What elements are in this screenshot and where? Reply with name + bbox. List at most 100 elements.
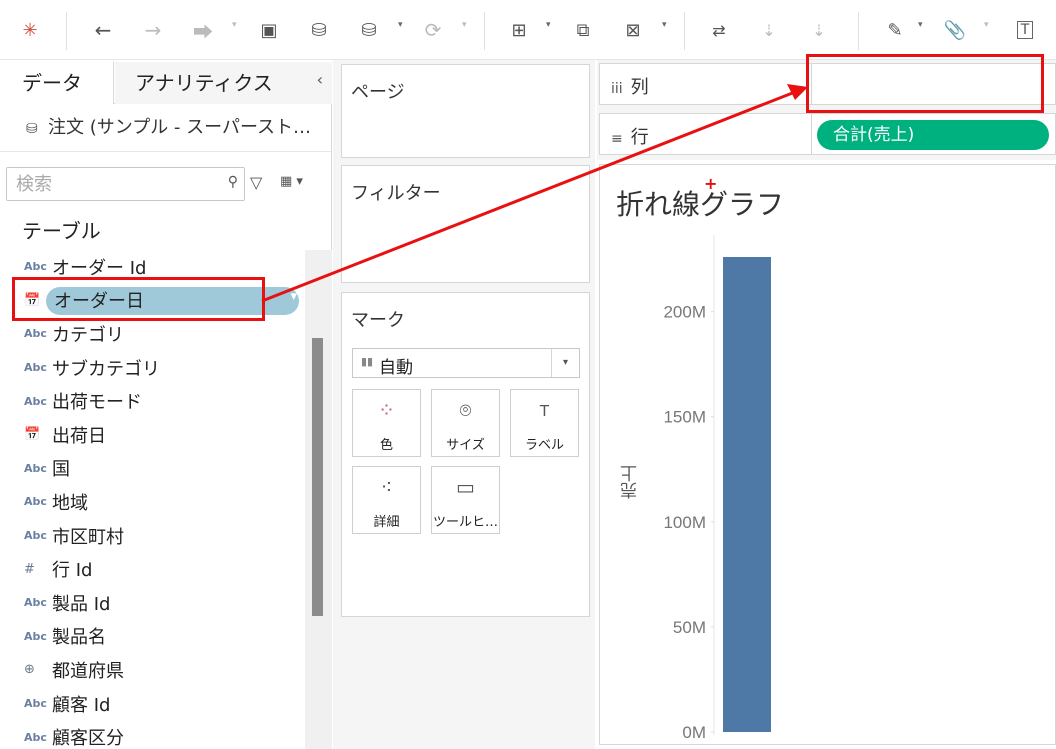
mark-button-label: 詳細 [373,515,400,530]
field-item[interactable]: Abc 市区町村 [0,519,305,553]
datasource-label: 注文 (サンプル - スーパースト… [48,117,312,138]
tab-analytics[interactable]: アナリティクス [115,62,332,104]
marks-card-title: マーク [351,310,405,331]
text-type-icon: Abc [24,394,47,408]
pause-caret-icon[interactable]: ▾ [398,20,403,30]
columns-shelf-label: iii 列 [611,73,649,99]
field-item[interactable]: Abc 出荷モード [0,384,305,418]
rows-drop-zone[interactable]: 合計(売上) [811,114,1056,154]
text-type-icon: Abc [24,629,47,643]
clear-sheet-icon[interactable]: ⊠ [618,14,648,46]
field-menu-caret-icon[interactable]: ▾ [290,289,297,304]
cards-area: ページ フィルター マーク ▮▮ 自動 ▾ ⁘ 色 ⌾ サイズ T ラベル ⁖ 詳細 ▭ ツールヒ… [333,60,595,749]
pages-card-title: ページ [351,82,405,103]
show-mark-labels-icon[interactable]: T [1010,14,1040,46]
field-name: 顧客区分 [52,728,124,749]
y-tick-label: 50M [673,618,706,637]
datasource-row[interactable]: ⛁ 注文 (サンプル - スーパースト… [0,104,331,152]
view-options-icon[interactable]: ▦ ▾ [280,174,303,189]
mark-button-label: 色 [379,438,393,453]
label-icon: T [539,402,550,420]
group-caret-icon[interactable]: ▾ [984,20,989,30]
field-item[interactable]: # 行 Id [0,552,305,586]
search-input[interactable] [7,168,207,200]
field-item[interactable]: 📅 出荷日 [0,418,305,452]
field-list: Abc オーダー Id 📅 オーダー日 ▾ Abc カテゴリ Abc サブカテゴリ Abc 出荷モー… [0,250,305,749]
bar-chart: 0M 50M 100M 150M 200M [663,235,771,742]
mark-type-select[interactable]: ▮▮ 自動 ▾ [352,348,580,378]
field-item[interactable]: Abc サブカテゴリ [0,351,305,385]
field-name: 出荷日 [52,425,106,447]
search-box[interactable]: ⚲ [6,167,245,201]
number-type-icon: # [24,561,35,577]
refresh-icon[interactable]: ⟳ [418,14,448,46]
scrollbar-thumb[interactable] [312,338,323,616]
field-item[interactable]: Abc 国 [0,452,305,486]
sort-descending-icon[interactable]: ⇣ [804,14,834,46]
tab-data[interactable]: データ [0,62,114,104]
automatic-mark-icon: ▮▮ [361,355,374,368]
new-worksheet-caret-icon[interactable]: ▾ [546,20,551,30]
save-icon[interactable]: ▣ [254,14,284,46]
mark-button-label: ツールヒ… [432,515,498,530]
mark-button-label[interactable]: T ラベル [510,389,579,457]
text-type-icon: Abc [24,495,47,509]
columns-shelf-text: 列 [630,77,649,98]
highlight-caret-icon[interactable]: ▾ [918,20,923,30]
new-datasource-icon[interactable]: ⛁ [304,14,334,46]
y-tick-label: 200M [663,303,706,322]
toolbar-divider [484,12,485,50]
tableau-logo-icon[interactable]: ✳ [15,14,45,46]
field-name: 顧客 Id [52,694,111,716]
field-name: 出荷モード [52,392,142,414]
back-arrow-icon[interactable]: ← [88,14,118,46]
pages-card[interactable]: ページ [341,64,590,158]
group-members-icon[interactable]: 📎 [940,14,970,46]
field-item[interactable]: Abc 製品 Id [0,586,305,620]
field-name: カテゴリ [52,324,124,346]
toolbar-divider [66,12,67,50]
text-type-icon: Abc [24,327,47,341]
filter-icon[interactable]: ▽ [250,173,262,192]
pause-update-icon[interactable]: ⛁ [354,14,384,46]
field-item[interactable]: Abc カテゴリ [0,317,305,351]
toolbar: ✳ ← → ⮕ ▾ ▣ ⛁ ⛁ ▾ ⟳ ▾ ⊞ ▾ ⧉ ⊠ ▾ ⇄ ⇣ ⇣ ✎ … [0,0,1056,60]
text-type-icon: Abc [24,697,47,711]
field-name: 行 Id [52,560,93,582]
mark-button-color[interactable]: ⁘ 色 [352,389,421,457]
field-item[interactable]: Abc 顧客 Id [0,687,305,721]
sum-sales-pill[interactable]: 合計(売上) [817,120,1049,150]
field-name: オーダー日 [54,291,144,313]
marks-card: マーク ▮▮ 自動 ▾ ⁘ 色 ⌾ サイズ T ラベル ⁖ 詳細 ▭ ツールヒ… [341,292,590,617]
field-item[interactable]: ⊕ 都道府県 [0,653,305,687]
duplicate-sheet-icon[interactable]: ⧉ [568,14,598,46]
sort-ascending-icon[interactable]: ⇣ [754,14,784,46]
field-item[interactable]: Abc 地域 [0,485,305,519]
text-type-icon: Abc [24,361,47,375]
redo-icon[interactable]: ⮕ [188,14,218,46]
mark-button-detail[interactable]: ⁖ 詳細 [352,466,421,534]
clear-sheet-caret-icon[interactable]: ▾ [662,20,667,30]
y-tick-label: 100M [663,513,706,532]
collapse-pane-icon[interactable]: ‹ [317,70,323,89]
swap-rows-columns-icon[interactable]: ⇄ [704,14,734,46]
new-worksheet-icon[interactable]: ⊞ [504,14,534,46]
datasource-icon: ⛁ [26,121,38,137]
field-item[interactable]: Abc 顧客区分 [0,720,305,749]
text-type-icon: Abc [24,260,47,274]
date-type-icon: 📅 [24,427,41,443]
mark-button-label: ラベル [524,438,564,453]
refresh-caret-icon[interactable]: ▾ [462,20,467,30]
highlight-icon[interactable]: ✎ [880,14,910,46]
field-item[interactable]: Abc 製品名 [0,620,305,654]
mark-button-size[interactable]: ⌾ サイズ [431,389,500,457]
mark-button-tooltip[interactable]: ▭ ツールヒ… [431,466,500,534]
text-type-icon: Abc [24,596,47,610]
detail-icon: ⁖ [380,475,393,499]
chevron-down-icon[interactable]: ▾ [551,349,579,377]
filters-card[interactable]: フィルター [341,165,590,283]
redo-caret-icon[interactable]: ▾ [232,20,237,30]
text-type-icon: Abc [24,461,47,475]
search-icon[interactable]: ⚲ [228,174,238,190]
forward-arrow-icon[interactable]: → [138,14,168,46]
